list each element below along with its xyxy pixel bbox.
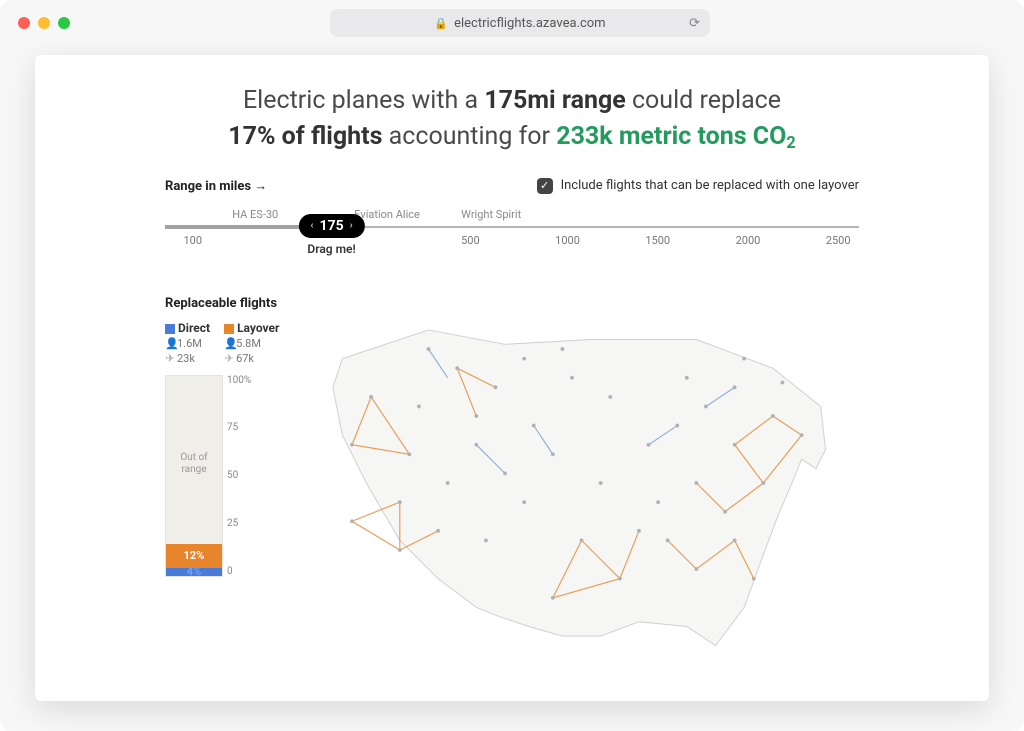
headline: Electric planes with a 175mi range could… [35, 83, 989, 156]
bar-direct-seg: 4% [166, 568, 222, 576]
slider-track[interactable] [165, 226, 859, 228]
person-icon: 👤 [165, 337, 175, 350]
title-bar: 🔒 electricflights.azavea.com ⟳ [0, 0, 1024, 46]
aircraft-marker: HA ES-30 [232, 208, 278, 221]
reload-icon[interactable]: ⟳ [689, 16, 700, 31]
us-outline [333, 329, 826, 645]
legend-title: Replaceable flights [165, 296, 285, 311]
minimize-window-button[interactable] [38, 17, 50, 29]
range-slider[interactable]: HA ES-30 Eviation Alice Wright Spirit ‹ 17… [165, 208, 859, 268]
swatch-layover [224, 324, 234, 334]
headline-range: 175mi range [484, 86, 625, 115]
slider-tick: 1500 [645, 234, 670, 247]
plane-icon: ✈ [165, 352, 175, 365]
lock-icon: 🔒 [434, 17, 448, 30]
address-bar[interactable]: 🔒 electricflights.azavea.com ⟳ [330, 9, 710, 37]
slider-tick: 100 [183, 234, 202, 247]
headline-text: Electric planes with a [243, 86, 484, 115]
slider-thumb[interactable]: ‹ 175 › [298, 214, 364, 238]
headline-text: accounting for [382, 122, 556, 151]
chevron-left-icon: ‹ [310, 220, 313, 231]
chevron-right-icon: › [350, 220, 353, 231]
plane-icon: ✈ [224, 352, 234, 365]
zoom-window-button[interactable] [58, 17, 70, 29]
out-of-range-label: Out ofrange [180, 452, 207, 476]
window-controls [18, 17, 70, 29]
checkbox-checked-icon: ✓ [537, 178, 553, 194]
person-icon: 👤 [224, 337, 234, 350]
slider-tick: 2500 [826, 234, 851, 247]
slider-tick: 1000 [555, 234, 580, 247]
map-svg [285, 268, 859, 698]
slider-tick: 2000 [736, 234, 761, 247]
aircraft-marker: Wright Spirit [461, 208, 521, 221]
headline-text: could replace [626, 86, 781, 115]
aircraft-markers: HA ES-30 Eviation Alice Wright Spirit [165, 208, 859, 222]
slider-value: 175 [320, 218, 344, 234]
headline-pct: 17% of flights [228, 122, 382, 151]
pct-bar: Out ofrange 12% 4% [165, 375, 223, 577]
swatch-direct [165, 324, 175, 334]
headline-co2: 233k metric tons CO2 [556, 122, 795, 151]
legend-panel: Replaceable flights Direct 👤1.6M ✈23k La… [165, 268, 285, 698]
bar-layover-seg: 12% [166, 544, 222, 568]
slider-ticks: 100 500 1000 1500 2000 2500 [165, 234, 859, 250]
url-text: electricflights.azavea.com [454, 16, 606, 31]
legend-layover: Layover 👤5.8M ✈67k [224, 321, 279, 365]
bar-axis: 100%7550250 [227, 375, 251, 577]
page-content: Electric planes with a 175mi range could… [35, 55, 989, 701]
include-layover-checkbox[interactable]: ✓ Include flights that can be replaced w… [537, 178, 859, 194]
aircraft-marker: Eviation Alice [354, 208, 420, 221]
legend-direct: Direct 👤1.6M ✈23k [165, 321, 210, 365]
close-window-button[interactable] [18, 17, 30, 29]
slider-tick: 500 [461, 234, 480, 247]
browser-window: 🔒 electricflights.azavea.com ⟳ Electric … [0, 0, 1024, 731]
range-label: Range in miles → [165, 178, 267, 194]
us-map[interactable] [285, 268, 859, 698]
checkbox-label: Include flights that can be replaced wit… [561, 178, 859, 193]
